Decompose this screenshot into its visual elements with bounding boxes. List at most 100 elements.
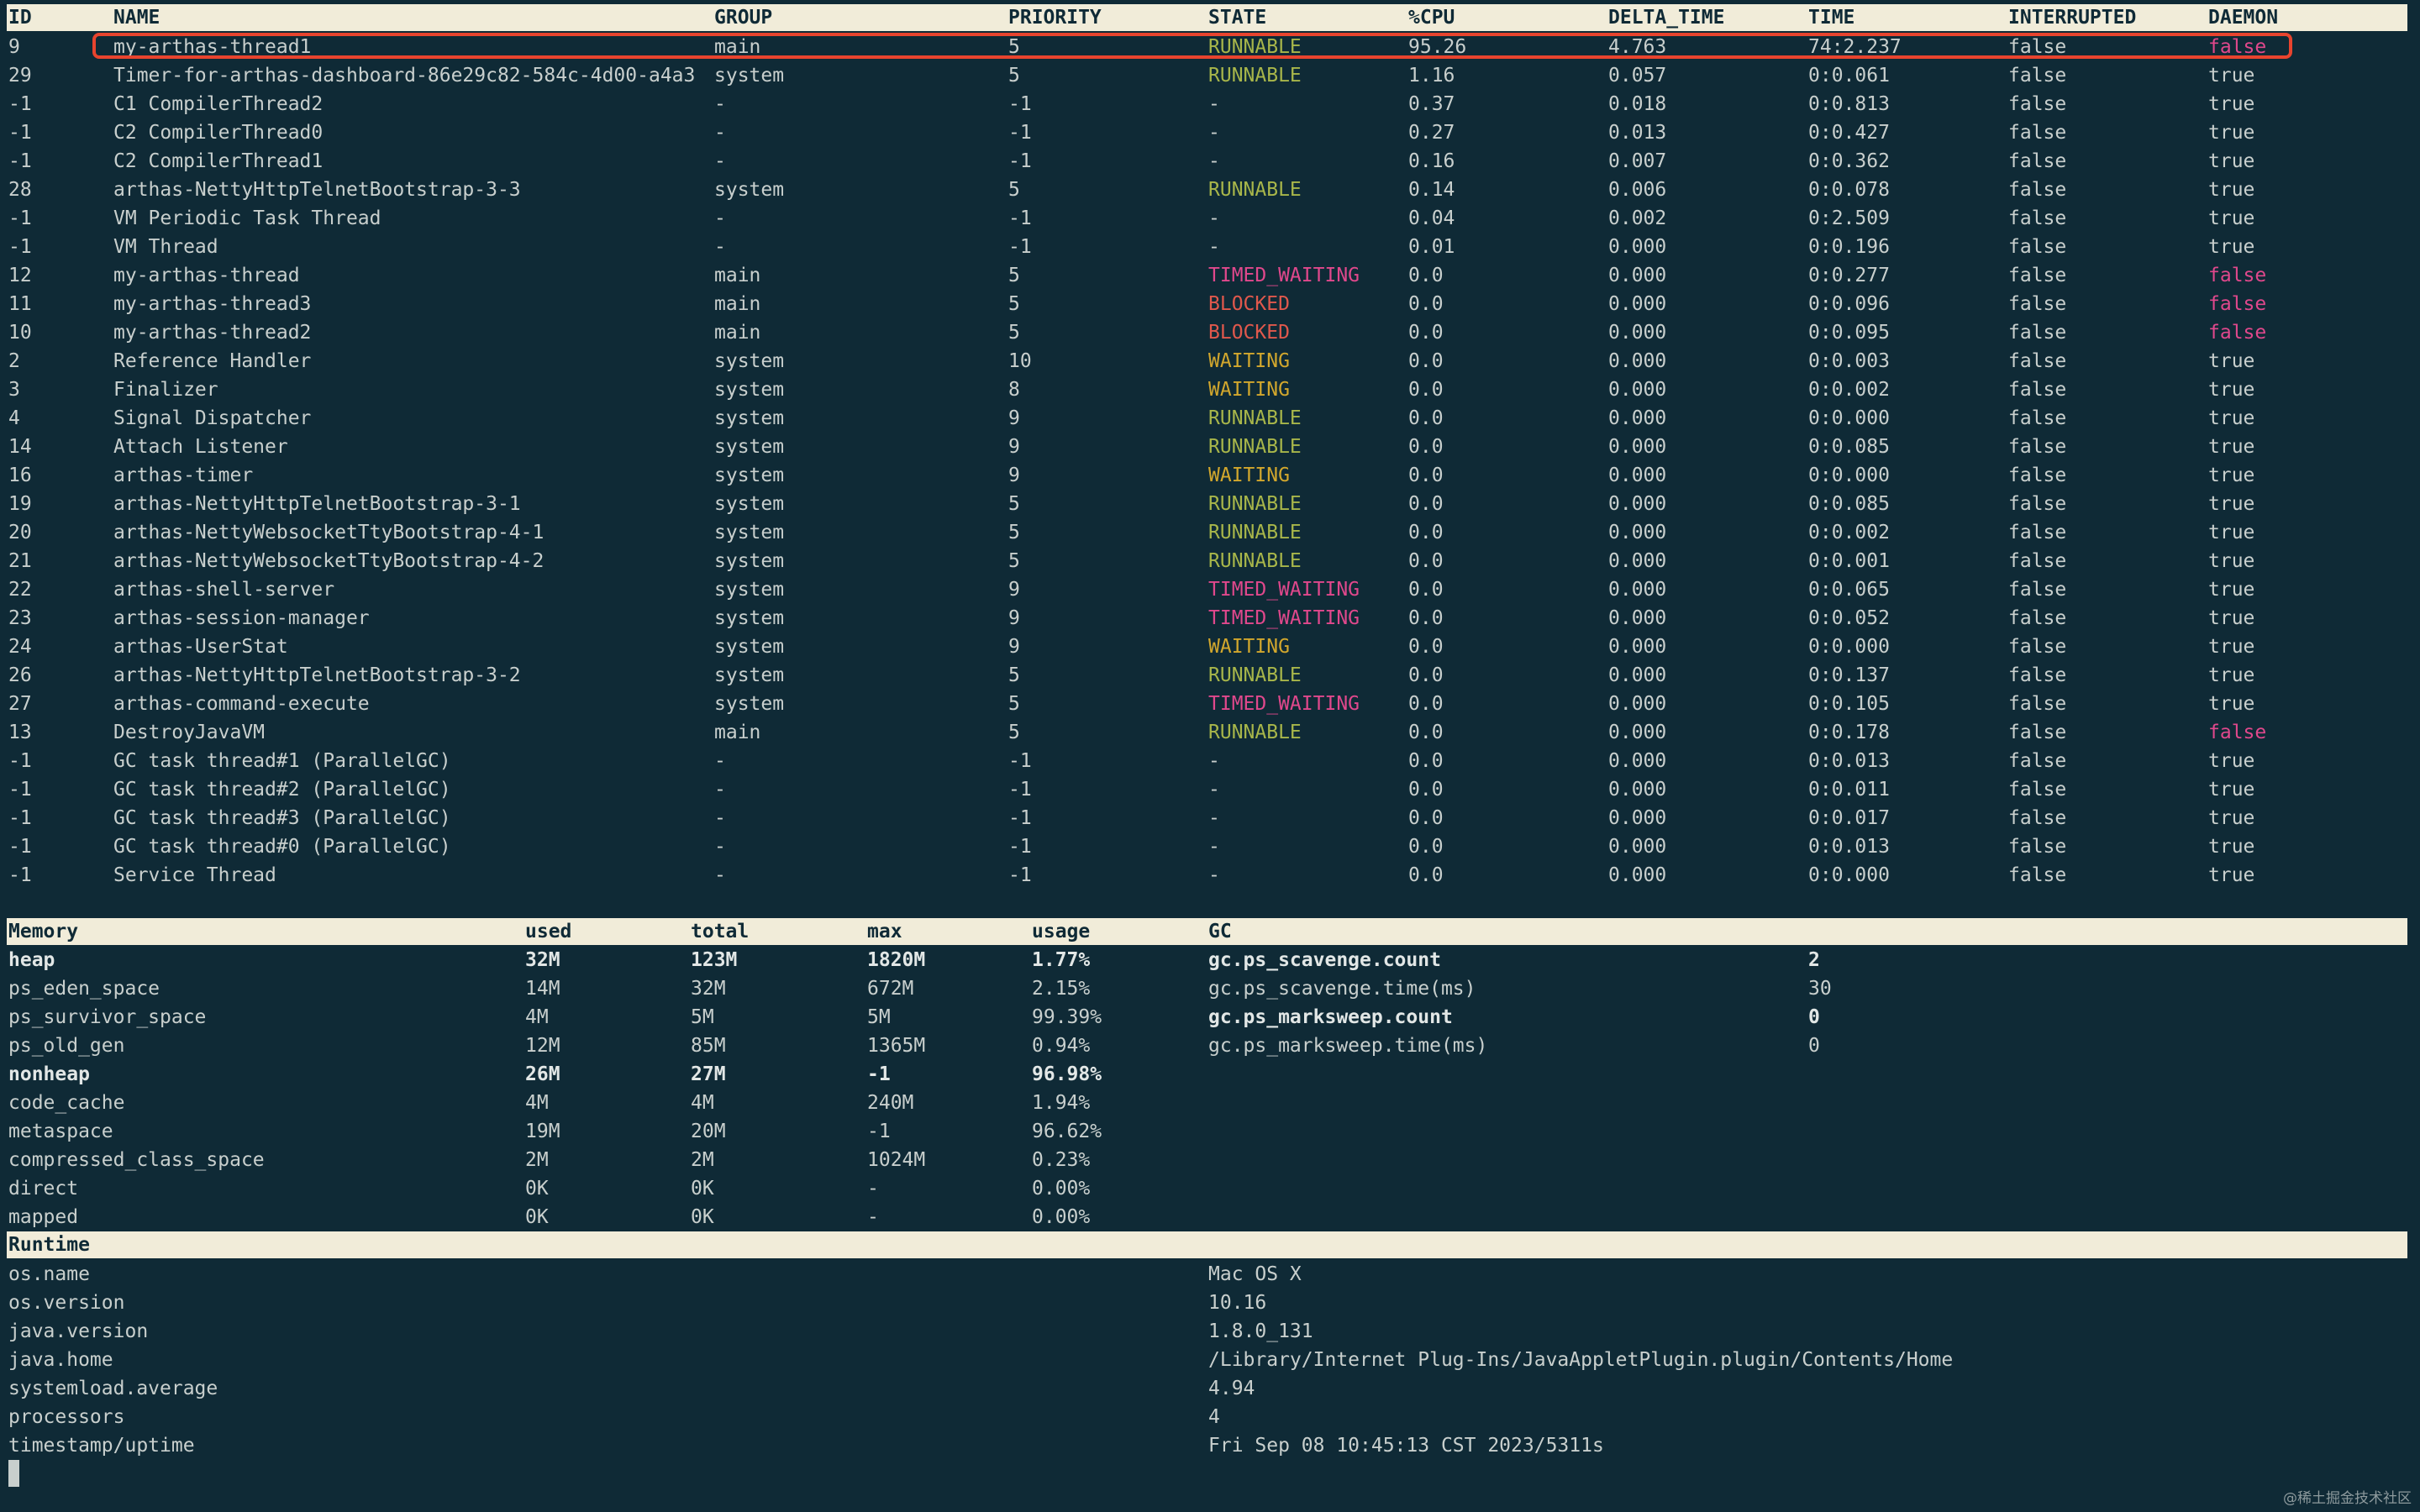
cell-name: arthas-timer [113,465,254,486]
thread-row: 16 arthas-timer system 9 WAITING 0.0 0.000 0:0.… [0,461,2420,490]
cell-state: TIMED_WAITING [1208,693,1360,715]
cell-id: -1 [8,750,32,772]
cell-interrupted: false [2008,779,2067,801]
cell-priority: -1 [1008,750,1032,772]
memory-max: 240M [867,1092,914,1114]
cell-daemon: true [2208,407,2255,429]
cell-id: 14 [8,436,32,458]
cell-group: - [714,779,726,801]
cell-state: BLOCKED [1208,293,1290,315]
cell-state: BLOCKED [1208,322,1290,344]
cell-time: 0:0.277 [1808,265,1890,286]
memory-usage: 96.62% [1032,1121,1102,1142]
runtime-value: 4 [1208,1406,1220,1428]
cell-time: 0:0.013 [1808,750,1890,772]
memory-total: 0K [691,1178,714,1200]
memory-max: 1024M [867,1149,926,1171]
thread-row: -1 C2 CompilerThread1 - -1 - 0.16 0.007 0:0.362… [0,147,2420,176]
gc-header-label: GC [1208,921,1232,942]
cell-interrupted: false [2008,93,2067,115]
cell-priority: 5 [1008,664,1020,686]
cell-cpu: 0.16 [1408,150,1455,172]
cell-priority: 5 [1008,493,1020,515]
memory-used: 0K [525,1206,549,1228]
cell-interrupted: false [2008,179,2067,201]
cell-daemon: true [2208,465,2255,486]
cell-priority: -1 [1008,807,1032,829]
thread-row: 22 arthas-shell-server system 9 TIMED_WAITIN… [0,575,2420,604]
cell-name: arthas-NettyHttpTelnetBootstrap-3-3 [113,179,521,201]
cell-group: system [714,179,785,201]
cell-id: 10 [8,322,32,344]
cell-interrupted: false [2008,150,2067,172]
terminal-cursor[interactable] [8,1460,19,1487]
cell-name: Timer-for-arthas-dashboard-86e29c82-584c… [113,65,696,87]
cell-state: - [1208,864,1220,886]
cell-interrupted: false [2008,807,2067,829]
cell-id: -1 [8,93,32,115]
runtime-name: systemload.average [8,1378,218,1399]
cell-priority: 5 [1008,293,1020,315]
cell-time: 0:2.509 [1808,207,1890,229]
cell-cpu: 0.0 [1408,265,1444,286]
cell-name: arthas-UserStat [113,636,288,658]
cell-cpu: 0.14 [1408,179,1455,201]
thread-row: -1 C1 CompilerThread2 - -1 - 0.37 0.018 0:0.813… [0,90,2420,118]
cell-delta-time: 0.002 [1608,207,1667,229]
cell-id: -1 [8,864,32,886]
runtime-row: os.version 10.16 [0,1289,2420,1317]
cell-name: my-arthas-thread2 [113,322,312,344]
memory-used: 4M [525,1092,549,1114]
cell-name: C2 CompilerThread1 [113,150,324,172]
gc-value: 30 [1808,978,1832,1000]
memory-name: compressed_class_space [8,1149,265,1171]
cell-cpu: 1.16 [1408,65,1455,87]
runtime-row: java.home/Library/Internet Plug-Ins/Java… [0,1346,2420,1374]
runtime-name: os.version [8,1292,125,1314]
cell-delta-time: 0.000 [1608,407,1667,429]
cell-daemon: true [2208,807,2255,829]
cell-daemon: true [2208,150,2255,172]
cell-state: - [1208,122,1220,144]
cell-delta-time: 0.000 [1608,779,1667,801]
cell-daemon: true [2208,379,2255,401]
cell-delta-time: 0.000 [1608,579,1667,601]
cell-daemon: true [2208,350,2255,372]
gc-value: 0 [1808,1035,1820,1057]
cell-name: C2 CompilerThread0 [113,122,324,144]
runtime-row: java.version 1.8.0_131 [0,1317,2420,1346]
cell-time: 0:0.052 [1808,607,1890,629]
gc-row: gc.ps_scavenge.time(ms) 30 [0,974,2420,1003]
col-header-group: GROUP [714,7,773,29]
cell-state: RUNNABLE [1208,522,1302,543]
cell-name: Service Thread [113,864,276,886]
cell-delta-time: 0.013 [1608,122,1667,144]
cell-interrupted: false [2008,265,2067,286]
cell-id: -1 [8,207,32,229]
cell-time: 0:0.085 [1808,436,1890,458]
cell-group: - [714,150,726,172]
cell-state: TIMED_WAITING [1208,265,1360,286]
cell-group: system [714,579,785,601]
cell-cpu: 0.0 [1408,550,1444,572]
gc-value: 0 [1808,1006,1820,1028]
col-header-cpu: %CPU [1408,7,1455,29]
col-header-name: NAME [113,7,160,29]
cell-state: RUNNABLE [1208,493,1302,515]
cell-name: arthas-NettyHttpTelnetBootstrap-3-2 [113,664,521,686]
memory-usage: 0.00% [1032,1178,1091,1200]
cell-daemon: true [2208,179,2255,201]
thread-row: -1 Service Thread - -1 - 0.0 0.000 0:0.000 false… [0,861,2420,890]
cell-priority: 9 [1008,465,1020,486]
cell-id: 26 [8,664,32,686]
cell-daemon: true [2208,122,2255,144]
cell-group: - [714,236,726,258]
cell-state: RUNNABLE [1208,722,1302,743]
runtime-name: java.version [8,1320,149,1342]
cell-state: - [1208,236,1220,258]
cell-time: 0:0.002 [1808,379,1890,401]
cell-state: - [1208,779,1220,801]
runtime-row: os.name Mac OS X [0,1260,2420,1289]
cell-delta-time: 0.007 [1608,150,1667,172]
cell-name: arthas-NettyHttpTelnetBootstrap-3-1 [113,493,521,515]
